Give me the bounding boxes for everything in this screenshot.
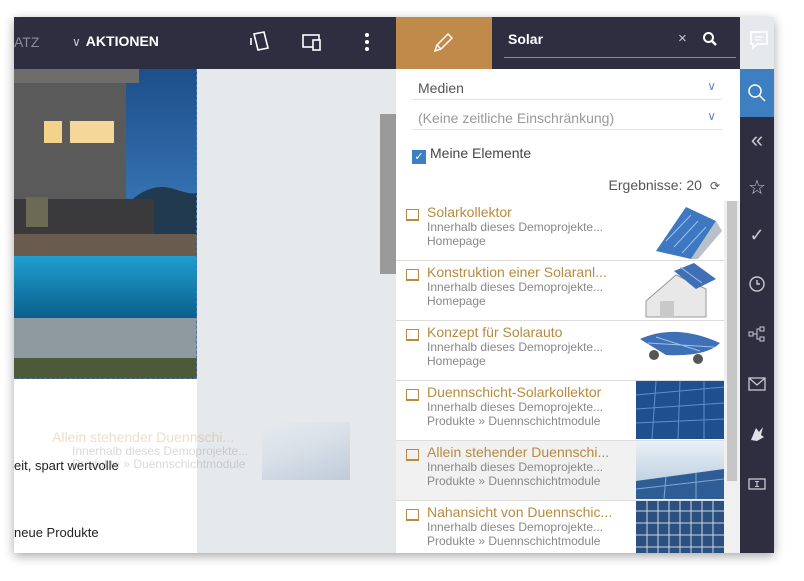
result-thumbnail — [636, 321, 724, 379]
result-title: Nahansicht von Duennschic... — [427, 504, 613, 520]
mail-icon[interactable] — [748, 375, 766, 393]
refresh-icon[interactable]: ⟳ — [710, 179, 720, 193]
result-subtitle: Innerhalb dieses Demoprojekte... — [427, 460, 604, 474]
result-path: Produkte » Duennschichtmodule — [427, 414, 601, 428]
result-title: Duennschicht-Solarkollektor — [427, 384, 602, 400]
result-thumbnail — [636, 381, 724, 439]
time-filter-value: (Keine zeitliche Einschränkung) — [418, 110, 615, 126]
clear-search-icon[interactable]: × — [678, 30, 687, 47]
more-options-icon[interactable] — [354, 29, 380, 55]
result-thumbnail — [636, 261, 724, 319]
result-subtitle: Innerhalb dieses Demoprojekte... — [427, 400, 604, 414]
drag-ghost-item: Allein stehender Duennschi... Innerhalb … — [32, 422, 362, 480]
result-subtitle: Innerhalb dieses Demoprojekte... — [427, 520, 604, 534]
drag-ghost-title: Allein stehender Duennschi... — [52, 429, 235, 445]
result-title: Solarkollektor — [427, 204, 512, 220]
time-filter-select[interactable]: (Keine zeitliche Einschränkung) ∨ — [412, 107, 722, 130]
selection-outline — [14, 69, 197, 379]
search-icon — [748, 84, 766, 102]
double-chevron-left-icon[interactable]: « — [740, 127, 774, 153]
result-item[interactable]: Konzept für Solarauto Innerhalb dieses D… — [396, 321, 724, 381]
rotate-device-icon[interactable] — [247, 29, 273, 55]
chevron-down-icon: ∨ — [707, 79, 716, 93]
app-window: ATZ ∨ AKTIONEN eit, spart wertvolle neue… — [14, 17, 774, 553]
page-icon — [406, 209, 419, 221]
rail-search-button[interactable] — [740, 69, 774, 117]
brand-icon[interactable] — [748, 425, 766, 443]
editor-toolbar: ATZ ∨ AKTIONEN — [14, 17, 396, 69]
chevron-down-icon: ∨ — [72, 35, 81, 49]
my-elements-checkbox[interactable]: ✓ Meine Elemente — [412, 145, 531, 164]
chevron-down-icon: ∨ — [707, 109, 716, 123]
result-path: Homepage — [427, 294, 486, 308]
result-title: Konstruktion einer Solaranl... — [427, 264, 607, 280]
page-icon — [406, 329, 419, 341]
result-thumbnail — [636, 201, 724, 259]
check-icon[interactable]: ✓ — [740, 225, 774, 246]
page-icon — [406, 449, 419, 461]
result-path: Produkte » Duennschichtmodule — [427, 534, 601, 548]
page-icon — [406, 509, 419, 521]
pencil-icon — [433, 32, 454, 53]
scrollbar-thumb[interactable] — [727, 201, 737, 481]
results-list: Solarkollektor Innerhalb dieses Demoproj… — [396, 201, 724, 553]
clock-icon[interactable] — [748, 275, 766, 293]
responsive-preview-icon[interactable] — [299, 29, 325, 55]
search-icon[interactable] — [702, 31, 718, 47]
body-text-line: neue Produkte — [14, 525, 99, 540]
media-type-select[interactable]: Medien ∨ — [412, 77, 722, 100]
search-header: Solar × — [492, 17, 740, 69]
result-item[interactable]: Duennschicht-Solarkollektor Innerhalb di… — [396, 381, 724, 441]
result-item[interactable]: Solarkollektor Innerhalb dieses Demoproj… — [396, 201, 724, 261]
chat-icon[interactable] — [748, 29, 770, 51]
aktionen-label: AKTIONEN — [85, 33, 159, 49]
checkbox-checked-icon: ✓ — [412, 150, 426, 164]
result-item[interactable]: Konstruktion einer Solaranl... Innerhalb… — [396, 261, 724, 321]
search-panel: Medien ∨ (Keine zeitliche Einschränkung)… — [396, 69, 740, 553]
my-elements-label: Meine Elemente — [430, 145, 532, 161]
page-canvas: eit, spart wertvolle neue Produkte — [14, 69, 197, 553]
aktionen-menu[interactable]: ∨ AKTIONEN — [72, 33, 159, 49]
result-item[interactable]: Nahansicht von Duennschic... Innerhalb d… — [396, 501, 724, 553]
search-input[interactable]: Solar — [508, 31, 543, 47]
canvas-scrollbar[interactable] — [380, 114, 396, 274]
star-icon[interactable]: ☆ — [740, 175, 774, 200]
result-title: Allein stehender Duennschi... — [427, 444, 610, 460]
edit-button[interactable] — [396, 17, 492, 69]
result-subtitle: Innerhalb dieses Demoprojekte... — [427, 220, 604, 234]
result-thumbnail — [636, 441, 724, 499]
result-path: Homepage — [427, 234, 486, 248]
result-path: Homepage — [427, 354, 486, 368]
text-field-icon[interactable] — [748, 475, 766, 493]
search-underline — [504, 57, 736, 58]
result-subtitle: Innerhalb dieses Demoprojekte... — [427, 280, 604, 294]
side-rail: « ☆ ✓ — [740, 69, 774, 553]
result-subtitle: Innerhalb dieses Demoprojekte... — [427, 340, 604, 354]
results-count: Ergebnisse: 20 ⟳ — [609, 177, 720, 193]
result-thumbnail — [636, 501, 724, 553]
drag-ghost-thumbnail — [262, 422, 350, 480]
sitemap-icon[interactable] — [748, 325, 766, 343]
page-icon — [406, 389, 419, 401]
result-path: Produkte » Duennschichtmodule — [427, 474, 601, 488]
drag-ghost-path: Produkte » Duennschichtmodule — [72, 457, 246, 471]
tab-cut-off[interactable]: ATZ — [14, 34, 39, 50]
media-type-value: Medien — [418, 80, 464, 96]
results-scrollbar[interactable] — [724, 201, 740, 553]
page-icon — [406, 269, 419, 281]
result-item[interactable]: Allein stehender Duennschi... Innerhalb … — [396, 441, 724, 501]
results-count-label: Ergebnisse: 20 — [608, 177, 702, 193]
result-title: Konzept für Solarauto — [427, 324, 563, 340]
